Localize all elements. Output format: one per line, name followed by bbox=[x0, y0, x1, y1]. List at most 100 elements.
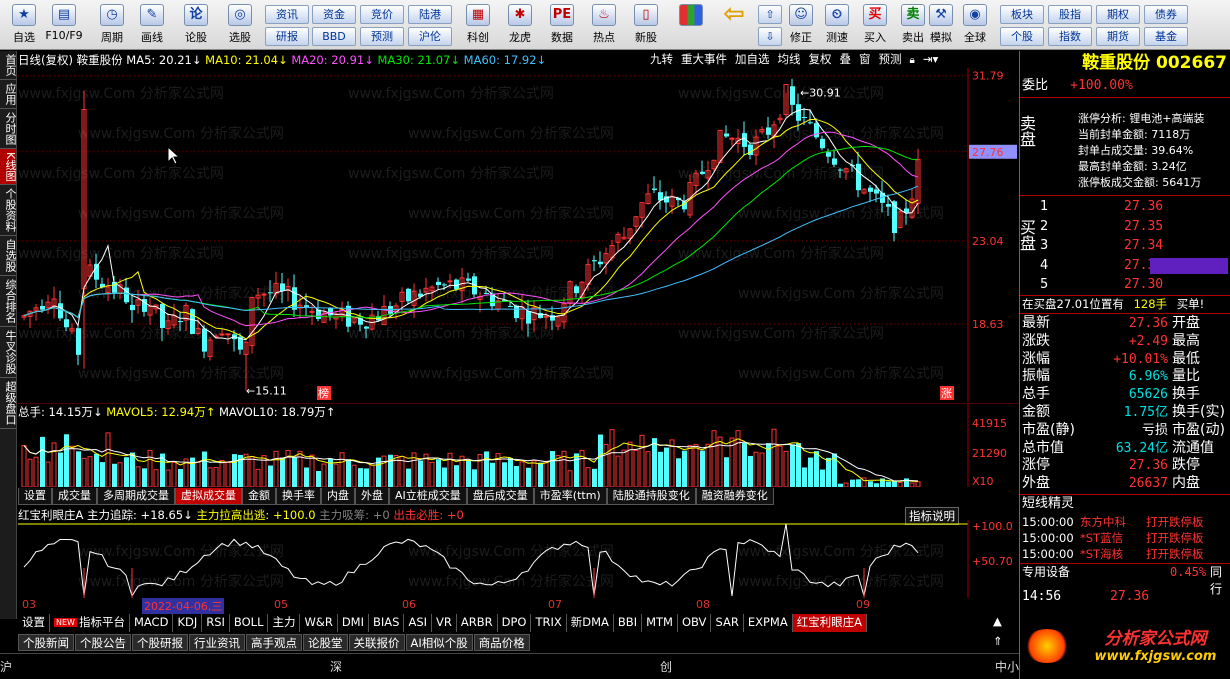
toolbar-small-button[interactable]: 期权 bbox=[1096, 5, 1140, 24]
toolbar-small-button[interactable]: 陆港 bbox=[408, 5, 452, 24]
volume-chart[interactable]: 41915 21290 X10 bbox=[18, 403, 1018, 487]
toolbar-right-button[interactable]: ⏲ 测速 bbox=[820, 2, 854, 48]
status-index-label[interactable]: 沪 bbox=[0, 658, 12, 675]
info-tab[interactable]: 个股新闻 bbox=[18, 634, 74, 651]
toolbar-small-button[interactable]: 个股 bbox=[1000, 27, 1044, 46]
volume-tab[interactable]: 虚拟成交量 bbox=[175, 488, 242, 505]
toolbar-mid-button[interactable]: ▯ 新股 bbox=[626, 2, 666, 48]
info-tab[interactable]: 个股研报 bbox=[132, 634, 188, 651]
leftnav-item[interactable]: 首页 bbox=[0, 51, 17, 80]
toolbar-right-button[interactable]: ◉ 全球 bbox=[958, 2, 992, 48]
indicator-tab[interactable]: EXPMA bbox=[743, 614, 793, 632]
toolbar-small-button[interactable]: 板块 bbox=[1000, 5, 1044, 24]
indicator-tab[interactable]: 新DMA bbox=[566, 614, 614, 632]
indicator-tab[interactable]: BOLL bbox=[229, 614, 269, 632]
volume-tab[interactable]: 设置 bbox=[18, 488, 52, 505]
indicator-tab[interactable]: 设置 bbox=[18, 614, 50, 632]
toolbar-star-button[interactable]: ★ 自选 bbox=[4, 2, 44, 48]
toolbar-small-button[interactable]: 研报 bbox=[265, 27, 309, 46]
indicator-tab[interactable]: NEW 指标平台 bbox=[50, 614, 130, 632]
leftnav-item[interactable]: 牛叉诊股 bbox=[0, 327, 17, 379]
info-tab[interactable]: AI相似个股 bbox=[405, 634, 473, 651]
sprite-row[interactable]: 15:00:00 *ST蓝信 打开跌停板 bbox=[1022, 530, 1228, 547]
info-tab[interactable]: 商品价格 bbox=[473, 634, 530, 651]
indicator-tab[interactable]: DPO bbox=[497, 614, 532, 632]
expand-icon[interactable]: ⇥▾ bbox=[923, 52, 938, 66]
toolbar-small-button[interactable]: 竞价 bbox=[360, 5, 404, 24]
indicator-tab[interactable]: VR bbox=[432, 614, 457, 632]
indicator-tab[interactable]: SAR bbox=[711, 614, 744, 632]
volume-tab[interactable]: 陆股通持股变化 bbox=[606, 488, 696, 505]
leftnav-item[interactable]: K线图 bbox=[0, 149, 17, 186]
info-tab[interactable]: 关联报价 bbox=[348, 634, 405, 651]
toolbar-right-button[interactable]: ⚒ 模拟 bbox=[924, 2, 958, 48]
leftnav-item[interactable]: 超级盘口 bbox=[0, 378, 17, 430]
toolbar-right-button[interactable]: 买买入 bbox=[858, 2, 892, 48]
indicator-tab[interactable]: W&R bbox=[300, 614, 338, 632]
kline-chart[interactable]: www.fxjgsw.Com 分析家公式网 www.fxjgsw.Com 分析家公… bbox=[18, 68, 1018, 402]
collapse-icon[interactable]: ▲ bbox=[993, 614, 1002, 628]
volume-tab[interactable]: 融资融券变化 bbox=[695, 488, 774, 505]
indicator-tab[interactable]: KDJ bbox=[173, 614, 203, 632]
leftnav-item[interactable]: 应用 bbox=[0, 80, 17, 109]
toolbar-small-button[interactable]: 债券 bbox=[1144, 5, 1188, 24]
indicator-tab[interactable]: DMI bbox=[337, 614, 369, 632]
sprite-row[interactable]: 15:00:00 东方中科 打开跌停板 bbox=[1022, 514, 1228, 531]
indicator-tab[interactable]: TRIX bbox=[531, 614, 567, 632]
toolbar-forum-button[interactable]: 论论股 bbox=[176, 2, 216, 48]
sprite-row[interactable]: 15:00:00 *ST海核 打开跌停板 bbox=[1022, 546, 1228, 563]
toolbar-mid-button[interactable]: ▦ 科创 bbox=[458, 2, 498, 48]
arrow-down-button[interactable]: ⇩ bbox=[758, 27, 782, 46]
volume-tab[interactable]: 盘后成交量 bbox=[466, 488, 534, 505]
chart-button[interactable]: 预测 bbox=[879, 52, 902, 66]
toolbar-small-button[interactable]: 预测 bbox=[360, 27, 404, 46]
leftnav-item[interactable]: 综合排名 bbox=[0, 276, 17, 328]
expand-up-icon[interactable]: ⇑ bbox=[993, 634, 1003, 648]
indicator-tab[interactable]: BBI bbox=[613, 614, 643, 632]
info-tab[interactable]: 论股堂 bbox=[303, 634, 348, 651]
indicator-tab[interactable]: ASI bbox=[404, 614, 433, 632]
layout-grid-button[interactable] bbox=[676, 2, 706, 48]
volume-tab[interactable]: 金额 bbox=[242, 488, 276, 505]
info-tab[interactable]: 高手观点 bbox=[246, 634, 302, 651]
volume-tab[interactable]: 多周期成交量 bbox=[97, 488, 175, 505]
toolbar-small-button[interactable]: 沪伦 bbox=[408, 27, 452, 46]
indicator-tab[interactable]: 主力 bbox=[268, 614, 301, 632]
indicator-tab[interactable]: BIAS bbox=[369, 614, 405, 632]
indicator-tab[interactable]: MTM bbox=[642, 614, 678, 632]
toolbar-small-button[interactable]: 指数 bbox=[1048, 27, 1092, 46]
indicator-tab[interactable]: MACD bbox=[129, 614, 174, 632]
toolbar-f10-button[interactable]: ▤ F10/F9 bbox=[44, 2, 84, 48]
volume-tab[interactable]: 成交量 bbox=[52, 488, 97, 505]
toolbar-right-button[interactable]: ☺ 修正 bbox=[784, 2, 818, 48]
chart-button[interactable]: 窗 bbox=[859, 52, 871, 66]
status-index-label[interactable]: 中小 bbox=[995, 658, 1019, 675]
indicator-tab[interactable]: RSI bbox=[202, 614, 230, 632]
toolbar-small-button[interactable]: 股指 bbox=[1048, 5, 1092, 24]
leftnav-item[interactable]: 分时图 bbox=[0, 109, 17, 149]
toolbar-mid-button[interactable]: PE 数据 bbox=[542, 2, 582, 48]
toolbar-small-button[interactable]: 基金 bbox=[1144, 27, 1188, 46]
chart-button[interactable]: 九转 bbox=[650, 52, 673, 66]
toolbar-small-button[interactable]: 期货 bbox=[1096, 27, 1140, 46]
toolbar-small-button[interactable]: 资讯 bbox=[265, 5, 309, 24]
toolbar-mid-button[interactable]: ✱ 龙虎 bbox=[500, 2, 540, 48]
toolbar-small-button[interactable]: BBD bbox=[312, 27, 356, 46]
indicator-tab[interactable]: OBV bbox=[677, 614, 712, 632]
leftnav-item[interactable]: 个股资料 bbox=[0, 185, 17, 237]
volume-tab[interactable]: 市盈率(ttm) bbox=[533, 488, 607, 505]
back-button[interactable]: ⇦ bbox=[718, 1, 750, 48]
chart-button[interactable]: 均线 bbox=[778, 52, 801, 66]
indicator-tab[interactable]: ARBR bbox=[456, 614, 498, 632]
chart-button[interactable]: 加自选 bbox=[735, 52, 770, 66]
volume-tab[interactable]: 换手率 bbox=[276, 488, 321, 505]
chart-button[interactable]: 重大事件 bbox=[681, 52, 727, 66]
toolbar-period-button[interactable]: ◷ 周期 bbox=[92, 2, 132, 48]
status-index-label[interactable]: 创 bbox=[660, 658, 672, 675]
volume-tab[interactable]: AI立桩成交量 bbox=[389, 488, 467, 505]
toolbar-small-button[interactable]: 资金 bbox=[312, 5, 356, 24]
chart-button[interactable]: 复权 bbox=[809, 52, 832, 66]
lock-icon[interactable]: 🔒︎ bbox=[910, 55, 915, 66]
volume-tab[interactable]: 外盘 bbox=[355, 488, 389, 505]
toolbar-mid-button[interactable]: ♨ 热点 bbox=[584, 2, 624, 48]
